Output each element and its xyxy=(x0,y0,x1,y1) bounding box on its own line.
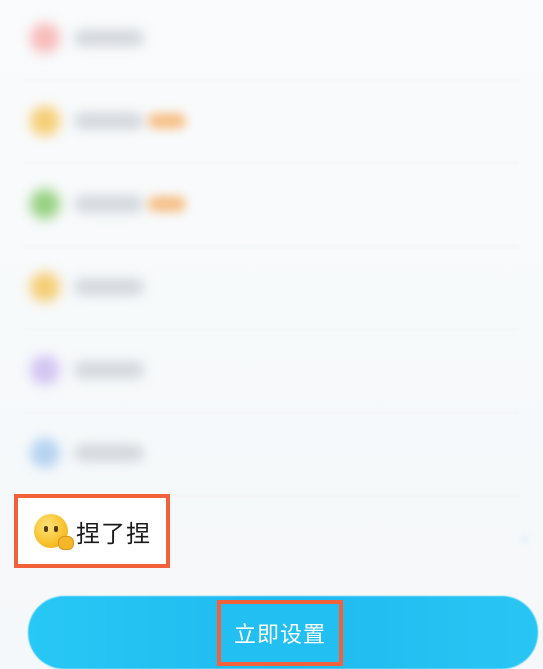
divider xyxy=(24,246,519,247)
new-tag-badge xyxy=(148,196,186,212)
emoji-icon xyxy=(30,23,60,53)
emoji-icon xyxy=(30,189,60,219)
emoji-icon xyxy=(30,272,60,302)
face-with-hand-emoji-icon xyxy=(34,514,74,550)
divider xyxy=(24,80,519,81)
pat-option-label: 捏了捏 xyxy=(76,519,151,548)
list-item-label-blurred xyxy=(74,279,144,295)
divider xyxy=(24,163,519,164)
emoji-icon xyxy=(30,355,60,385)
set-now-button[interactable]: 立即设置 xyxy=(217,600,343,666)
list-item[interactable] xyxy=(30,267,144,307)
list-item-label-blurred xyxy=(74,113,144,129)
chevron-right-icon: ‹ xyxy=(520,527,529,552)
list-item[interactable] xyxy=(30,184,186,224)
list-item[interactable] xyxy=(30,101,186,141)
divider xyxy=(24,412,519,413)
new-tag-badge xyxy=(148,113,186,129)
list-item-label-blurred xyxy=(74,445,144,461)
divider xyxy=(24,329,519,330)
list-item[interactable] xyxy=(30,18,144,58)
list-item[interactable] xyxy=(30,433,144,473)
list-item-label-blurred xyxy=(74,196,144,212)
emoji-icon xyxy=(30,106,60,136)
list-item-label-blurred xyxy=(74,362,144,378)
list-item-label-blurred xyxy=(74,30,144,46)
emoji-icon xyxy=(30,438,60,468)
list-item[interactable] xyxy=(30,350,144,390)
pat-option-item[interactable]: 捏了捏 xyxy=(14,494,170,568)
settings-sheet: 捏了捏 ‹ 立即设置 xyxy=(0,0,543,669)
